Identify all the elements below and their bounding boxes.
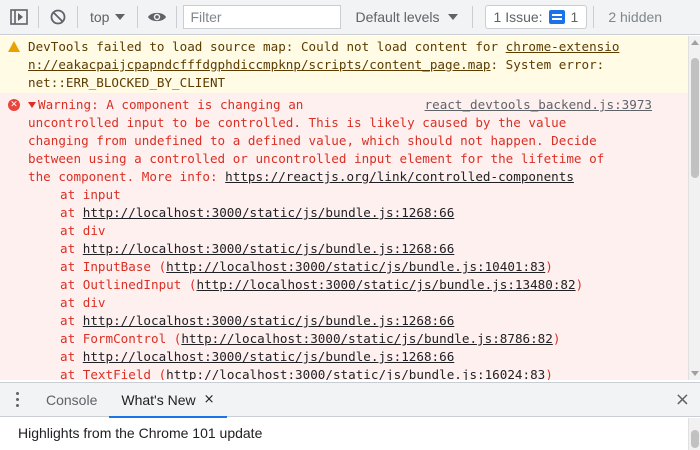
stack-frame-text: at FormControl (: [60, 331, 182, 346]
stack-trace: at input at http://localhost:3000/static/…: [28, 186, 680, 380]
toolbar-divider: [77, 6, 78, 28]
log-levels-label: Default levels: [355, 9, 440, 25]
stack-frame-link[interactable]: http://localhost:3000/static/js/bundle.j…: [83, 205, 455, 220]
tab-label: What's New: [121, 391, 196, 408]
context-selector[interactable]: top: [84, 4, 131, 30]
eye-icon[interactable]: [144, 4, 170, 30]
highlights-heading: Highlights from the Chrome 101 update: [18, 425, 263, 441]
scrollbar-thumb[interactable]: [691, 430, 699, 448]
stack-frame: at http://localhost:3000/static/js/bundl…: [28, 348, 680, 366]
stack-frame-text: at input: [60, 187, 121, 202]
drawer-tabbar: Console What's New × ×: [0, 382, 700, 418]
context-label: top: [90, 9, 110, 25]
error-header: Warning: A component is changing an: [38, 97, 304, 112]
stack-frame-link[interactable]: http://localhost:3000/static/js/bundle.j…: [181, 331, 553, 346]
close-drawer-icon[interactable]: ×: [675, 389, 690, 410]
tab-label: Console: [46, 391, 98, 408]
toolbar-divider: [176, 6, 178, 28]
stack-frame: at http://localhost:3000/static/js/bundl…: [28, 240, 680, 258]
warning-message: DevTools failed to load source map: Coul…: [0, 36, 688, 94]
sidebar-toggle-icon[interactable]: [6, 4, 32, 30]
stack-frame: at http://localhost:3000/static/js/bundl…: [28, 312, 680, 330]
tab-console[interactable]: Console: [34, 382, 109, 417]
error-icon: ✕: [8, 99, 20, 111]
chevron-down-icon: [115, 14, 126, 20]
stack-frame-text: at: [60, 349, 83, 364]
stack-frame-text: at: [60, 205, 83, 220]
stack-frame: at input: [28, 186, 680, 204]
toolbar-divider: [137, 6, 139, 28]
log-levels-dropdown[interactable]: Default levels: [347, 4, 465, 30]
scroll-up-icon[interactable]: [691, 40, 699, 45]
toolbar-divider: [38, 6, 39, 28]
stack-frame-text: at OutlinedInput (: [60, 277, 197, 292]
console-scrollbar[interactable]: [688, 36, 700, 380]
console-messages: DevTools failed to load source map: Coul…: [0, 36, 688, 380]
stack-frame-text: at div: [60, 295, 106, 310]
filter-input[interactable]: [183, 5, 342, 29]
stack-frame-text: at div: [60, 223, 106, 238]
issues-count: 1: [570, 9, 579, 25]
warning-text: : System error:: [490, 57, 605, 72]
issue-message-icon: [548, 10, 565, 24]
more-options-icon[interactable]: [0, 382, 34, 417]
stack-frame-link[interactable]: http://localhost:3000/static/js/bundle.j…: [83, 349, 455, 364]
scroll-down-icon[interactable]: [691, 371, 699, 376]
source-map-link[interactable]: chrome-extensio: [506, 39, 620, 54]
stack-frame-text: at: [60, 313, 83, 328]
warning-text: net::ERR_BLOCKED_BY_CLIENT: [28, 75, 226, 90]
stack-frame-link[interactable]: http://localhost:3000/static/js/bundle.j…: [166, 367, 545, 380]
source-location-link[interactable]: react_devtools_backend.js:3973: [425, 96, 652, 114]
stack-frame-text: ): [545, 259, 553, 274]
stack-frame-link[interactable]: http://localhost:3000/static/js/bundle.j…: [83, 241, 455, 256]
whats-new-panel: Highlights from the Chrome 101 update: [0, 418, 700, 450]
source-map-link[interactable]: n://eakacpaijcpapndcfffdgphdiccmpknp/scr…: [28, 57, 491, 72]
stack-frame-text: at: [60, 241, 83, 256]
stack-frame-text: ): [552, 331, 561, 346]
stack-frame-link[interactable]: http://localhost:3000/static/js/bundle.j…: [166, 259, 545, 274]
stack-frame-link[interactable]: http://localhost:3000/static/js/bundle.j…: [83, 313, 455, 328]
error-message: ✕ react_devtools_backend.js:3973 Warning…: [0, 94, 688, 380]
stack-frame: at div: [28, 294, 680, 312]
tab-whats-new[interactable]: What's New ×: [109, 382, 227, 418]
toolbar-divider: [593, 6, 595, 28]
hidden-messages-count: 2 hidden: [608, 9, 663, 25]
expand-triangle-icon[interactable]: [28, 102, 36, 108]
stack-frame: at http://localhost:3000/static/js/bundl…: [28, 204, 680, 222]
stack-frame: at div: [28, 222, 680, 240]
clear-console-icon[interactable]: [45, 4, 71, 30]
stack-frame-text: at TextField (: [60, 367, 167, 380]
stack-frame: at OutlinedInput (http://localhost:3000/…: [28, 276, 680, 294]
stack-frame-text: ): [545, 367, 553, 380]
stack-frame: at FormControl (http://localhost:3000/st…: [28, 330, 680, 348]
stack-frame-text: at InputBase (: [60, 259, 167, 274]
stack-frame: at InputBase (http://localhost:3000/stat…: [28, 258, 680, 276]
stack-frame: at TextField (http://localhost:3000/stat…: [28, 366, 680, 380]
stack-frame-link[interactable]: http://localhost:3000/static/js/bundle.j…: [196, 277, 575, 292]
close-icon[interactable]: ×: [204, 392, 215, 407]
drawer-scrollbar[interactable]: [688, 418, 700, 450]
issues-label: 1 Issue:: [493, 9, 543, 25]
warning-icon: [8, 41, 20, 52]
stack-frame-text: ): [575, 277, 584, 292]
issues-button[interactable]: 1 Issue: 1: [484, 5, 588, 29]
scrollbar-thumb[interactable]: [691, 58, 699, 178]
chevron-down-icon: [447, 14, 458, 20]
warning-text: DevTools failed to load source map: Coul…: [28, 39, 506, 54]
toolbar-divider: [471, 6, 473, 28]
info-link[interactable]: https://reactjs.org/link/controlled-comp…: [225, 169, 574, 184]
console-toolbar: top Default levels 1 Issue: 1 2 hidden: [0, 0, 700, 35]
